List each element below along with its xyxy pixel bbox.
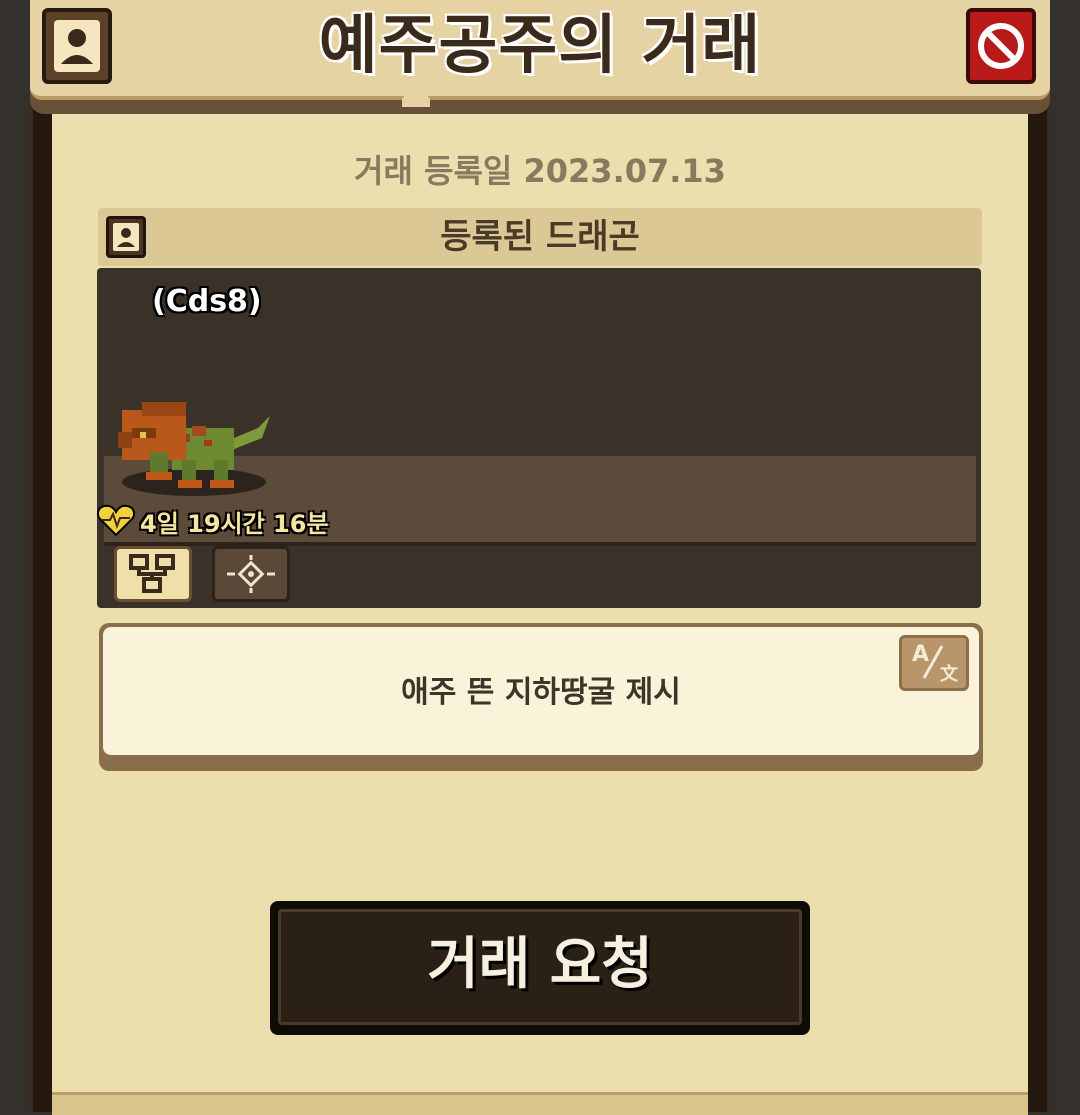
dragon-name: (Cds8) bbox=[152, 284, 262, 319]
no-entry-icon bbox=[978, 23, 1024, 69]
target-icon bbox=[227, 555, 275, 593]
lifetime-text: 4일 19시간 16분 bbox=[140, 510, 329, 538]
dragon-lifetime: 4일 19시간 16분 bbox=[96, 504, 329, 538]
trade-message: 애주 뜬 지하땅굴 제시 bbox=[401, 675, 681, 710]
family-tree-button[interactable] bbox=[114, 546, 192, 602]
profile-button[interactable] bbox=[42, 8, 112, 84]
trade-message-box: 애주 뜬 지하땅굴 제시 A 文 bbox=[99, 623, 983, 771]
block-button[interactable] bbox=[966, 8, 1036, 84]
translate-label-b: 文 bbox=[940, 664, 958, 685]
trade-request-button[interactable]: 거래 요청 bbox=[270, 901, 810, 1035]
section-title: 등록된 드래곤 bbox=[440, 217, 640, 257]
target-button[interactable] bbox=[212, 546, 290, 602]
trade-request-label: 거래 요청 bbox=[427, 932, 653, 997]
registration-date: 거래 등록일 2023.07.13 bbox=[354, 152, 726, 190]
person-icon bbox=[54, 20, 100, 72]
page-title: 예주공주의 거래 bbox=[318, 9, 762, 83]
translate-button[interactable]: A 文 bbox=[899, 635, 969, 691]
family-tree-icon bbox=[129, 554, 175, 593]
dragon-sprite[interactable] bbox=[112, 398, 282, 498]
heart-icon bbox=[96, 504, 136, 537]
